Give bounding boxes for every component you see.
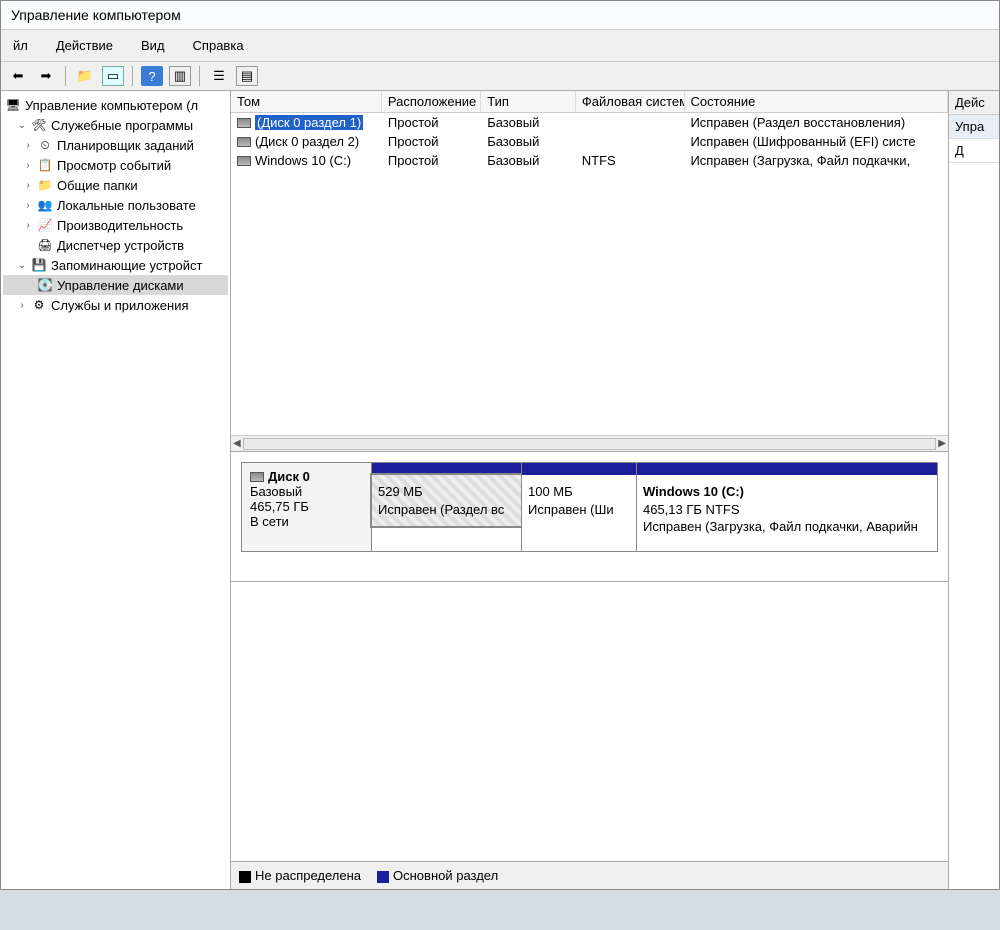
- tree-performance[interactable]: ›📈Производительность: [3, 215, 228, 235]
- col-filesystem[interactable]: Файловая система: [576, 91, 685, 112]
- event-icon: 📋: [37, 157, 53, 173]
- chart-icon: 📈: [37, 217, 53, 233]
- tree-shared-folders[interactable]: ›📁Общие папки: [3, 175, 228, 195]
- actions-item[interactable]: Упра: [949, 115, 999, 139]
- disk-row[interactable]: Диск 0 Базовый 465,75 ГБ В сети 529 МБ И…: [241, 462, 938, 552]
- tree-disk-management[interactable]: 💽Управление дисками: [3, 275, 228, 295]
- menu-view[interactable]: Вид: [135, 36, 171, 55]
- legend-primary: Основной раздел: [377, 868, 498, 883]
- disk-graphical-view: Диск 0 Базовый 465,75 ГБ В сети 529 МБ И…: [231, 451, 948, 581]
- col-type[interactable]: Тип: [481, 91, 576, 112]
- partition-efi[interactable]: 100 МБ Исправен (Ши: [522, 463, 637, 551]
- volume-icon: [237, 118, 251, 128]
- actions-item[interactable]: Д: [949, 139, 999, 163]
- window-title: Управление компьютером: [1, 1, 999, 30]
- actions-pane: Дейс Упра Д: [949, 91, 999, 889]
- forward-icon[interactable]: ➡: [35, 66, 57, 86]
- scroll-right-icon[interactable]: ▶: [938, 438, 946, 449]
- partition-windows[interactable]: Windows 10 (C:) 465,13 ГБ NTFS Исправен …: [637, 463, 937, 551]
- tree-device-manager[interactable]: 🖨Диспетчер устройств: [3, 235, 228, 255]
- expand-icon[interactable]: ›: [23, 140, 33, 151]
- swatch-black: [239, 871, 251, 883]
- storage-icon: 💾: [31, 257, 47, 273]
- clock-icon: ⏲: [37, 137, 53, 153]
- volume-row[interactable]: Windows 10 (C:) Простой Базовый NTFS Исп…: [231, 151, 948, 170]
- computer-icon: 🖥: [5, 97, 21, 113]
- list-icon[interactable]: ☰: [208, 66, 230, 86]
- collapse-icon[interactable]: ⌄: [17, 120, 27, 131]
- disk-icon: 💽: [37, 277, 53, 293]
- tree-task-scheduler[interactable]: ›⏲Планировщик заданий: [3, 135, 228, 155]
- menu-action[interactable]: Действие: [50, 36, 119, 55]
- detail-icon[interactable]: ▤: [236, 66, 258, 86]
- col-name[interactable]: Том: [231, 91, 382, 112]
- horizontal-scrollbar[interactable]: ◀ ▶: [231, 435, 948, 451]
- volume-icon: [237, 156, 251, 166]
- toolbar: ⬅ ➡ 📁 ▭ ? ▥ ☰ ▤: [1, 62, 999, 91]
- expand-icon[interactable]: ›: [23, 200, 33, 211]
- help-icon[interactable]: ?: [141, 66, 163, 86]
- separator: [65, 66, 66, 86]
- col-layout[interactable]: Расположение: [382, 91, 481, 112]
- partition-recovery[interactable]: 529 МБ Исправен (Раздел вс: [372, 463, 522, 551]
- volume-row[interactable]: (Диск 0 раздел 1) Простой Базовый Исправ…: [231, 113, 948, 132]
- tree-local-users[interactable]: ›👥Локальные пользовате: [3, 195, 228, 215]
- volume-list[interactable]: Том Расположение Тип Файловая система Со…: [231, 91, 948, 451]
- volume-row[interactable]: (Диск 0 раздел 2) Простой Базовый Исправ…: [231, 132, 948, 151]
- separator: [132, 66, 133, 86]
- scroll-track[interactable]: [243, 438, 937, 450]
- tree-storage[interactable]: ⌄💾Запоминающие устройст: [3, 255, 228, 275]
- expand-icon[interactable]: ›: [23, 220, 33, 231]
- tree-event-viewer[interactable]: ›📋Просмотр событий: [3, 155, 228, 175]
- back-icon[interactable]: ⬅: [7, 66, 29, 86]
- menu-help[interactable]: Справка: [187, 36, 250, 55]
- expand-icon[interactable]: ›: [23, 180, 33, 191]
- legend-unallocated: Не распределена: [239, 868, 361, 883]
- disk-header[interactable]: Диск 0 Базовый 465,75 ГБ В сети: [242, 463, 372, 551]
- legend: Не распределена Основной раздел: [231, 861, 948, 889]
- menubar: йл Действие Вид Справка: [1, 30, 999, 62]
- separator: [199, 66, 200, 86]
- tree-system-tools[interactable]: ⌄🛠Служебные программы: [3, 115, 228, 135]
- tree-root[interactable]: 🖥Управление компьютером (л: [3, 95, 228, 115]
- col-status[interactable]: Состояние: [685, 91, 948, 112]
- nav-tree[interactable]: 🖥Управление компьютером (л ⌄🛠Служебные п…: [1, 91, 231, 889]
- gear-icon: ⚙: [31, 297, 47, 313]
- expand-icon[interactable]: ›: [23, 160, 33, 171]
- users-icon: 👥: [37, 197, 53, 213]
- column-headers[interactable]: Том Расположение Тип Файловая система Со…: [231, 91, 948, 113]
- device-icon: 🖨: [37, 237, 53, 253]
- view-icon[interactable]: ▥: [169, 66, 191, 86]
- wrench-icon: 🛠: [31, 117, 47, 133]
- empty-area: [231, 581, 948, 861]
- properties-icon[interactable]: ▭: [102, 66, 124, 86]
- swatch-blue: [377, 871, 389, 883]
- volume-icon: [237, 137, 251, 147]
- partition-stripe: [637, 463, 937, 475]
- scroll-left-icon[interactable]: ◀: [233, 438, 241, 449]
- collapse-icon[interactable]: ⌄: [17, 260, 27, 271]
- menu-file[interactable]: йл: [7, 36, 34, 55]
- tree-services[interactable]: ›⚙Службы и приложения: [3, 295, 228, 315]
- folder-icon[interactable]: 📁: [74, 66, 96, 86]
- disk-icon: [250, 472, 264, 482]
- actions-header: Дейс: [949, 91, 999, 115]
- folder-icon: 📁: [37, 177, 53, 193]
- expand-icon[interactable]: ›: [17, 300, 27, 311]
- partition-stripe: [522, 463, 636, 475]
